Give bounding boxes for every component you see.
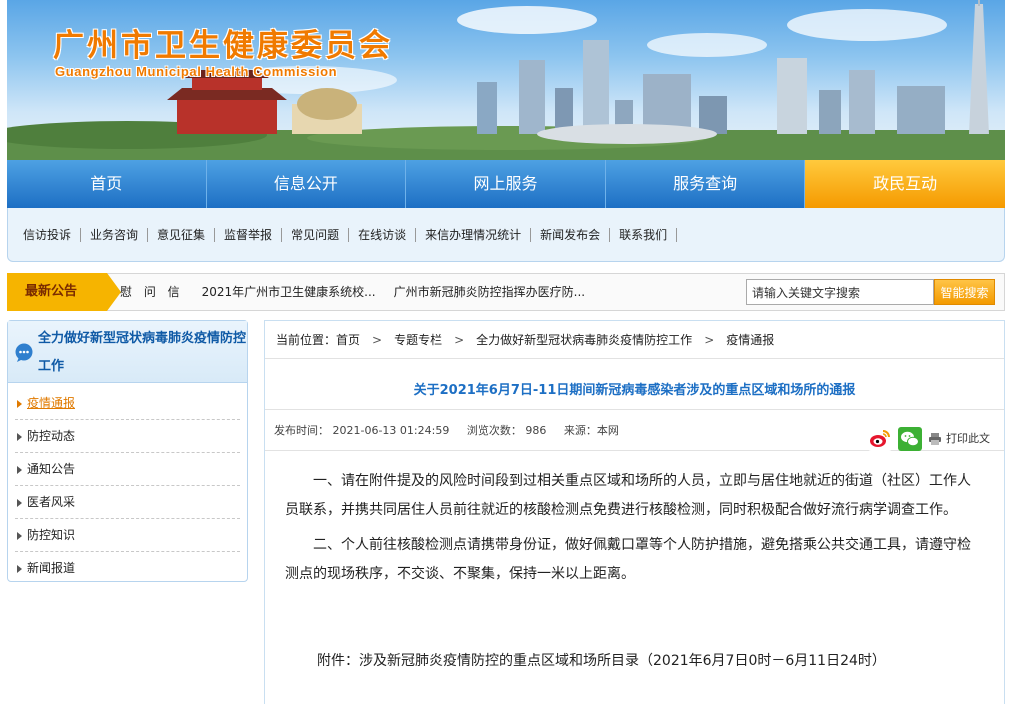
sidebar-links: 疫情通报 防控动态 通知公告 医者风采 防控知识 新闻报道 — [8, 383, 247, 585]
weibo-icon[interactable] — [868, 427, 892, 451]
main-nav-interaction[interactable]: 政民互动 — [805, 160, 1005, 208]
view-count: 浏览次数： 986 — [466, 424, 547, 437]
search-input[interactable] — [746, 279, 934, 305]
sub-nav-label: 新闻发布会 — [540, 228, 601, 242]
breadcrumb-item[interactable]: 全力做好新型冠状病毒肺炎疫情防控工作 — [476, 321, 692, 358]
printer-icon[interactable] — [928, 432, 942, 446]
main-nav: 首页 信息公开 网上服务 服务查询 政民互动 — [7, 160, 1005, 208]
sidebar-item-doctor-profiles[interactable]: 医者风采 — [15, 486, 240, 519]
article-source: 来源：本网 — [563, 424, 619, 437]
breadcrumb-separator: > — [454, 333, 465, 347]
breadcrumb-separator: > — [704, 333, 715, 347]
sub-nav-label: 常见问题 — [291, 228, 340, 242]
chat-bubble-icon — [15, 343, 33, 362]
print-link[interactable]: 打印此文 — [946, 418, 990, 460]
divider — [676, 227, 678, 242]
main-nav-home[interactable]: 首页 — [7, 160, 207, 208]
notice-item[interactable]: 慰 问 信 — [120, 274, 184, 310]
sub-nav-item[interactable]: 常见问题 — [282, 226, 350, 243]
sub-nav-item[interactable]: 意见征集 — [148, 226, 216, 243]
sidebar-item-epidemic-report[interactable]: 疫情通报 — [15, 387, 240, 420]
sidebar-header: 全力做好新型冠状病毒肺炎疫情防控工作 — [8, 321, 247, 383]
breadcrumb: 当前位置： 首页 > 专题专栏 > 全力做好新型冠状病毒肺炎疫情防控工作 > 疫… — [265, 321, 1004, 359]
notice-items: 慰 问 信 2021年广州市卫生健康系统校... 广州市新冠肺炎防控指挥办医疗防… — [120, 274, 603, 310]
sidebar-item-prevention-knowledge[interactable]: 防控知识 — [15, 519, 240, 552]
notice-bar: 最新公告 慰 问 信 2021年广州市卫生健康系统校... 广州市新冠肺炎防控指… — [7, 273, 1005, 311]
article-body: 一、请在附件提及的风险时间段到过相关重点区域和场所的人员，立即与居住地就近的街道… — [265, 451, 1004, 676]
sub-nav-label: 意见征集 — [157, 228, 206, 242]
sub-nav-item[interactable]: 监督举报 — [215, 226, 283, 243]
wechat-icon[interactable] — [898, 427, 922, 451]
sub-nav-item[interactable]: 联系我们 — [610, 226, 678, 243]
breadcrumb-item[interactable]: 首页 — [336, 321, 360, 358]
main-nav-online-service[interactable]: 网上服务 — [406, 160, 606, 208]
notice-label: 最新公告 — [7, 273, 121, 311]
search-button[interactable]: 智能搜索 — [934, 279, 995, 305]
sidebar-item-news-reports[interactable]: 新闻报道 — [15, 552, 240, 585]
sub-nav-label: 联系我们 — [619, 228, 668, 242]
sub-nav-item[interactable]: 来信办理情况统计 — [416, 226, 532, 243]
site-subtitle: Guangzhou Municipal Health Commission — [55, 64, 338, 79]
article-paragraph: 一、请在附件提及的风险时间段到过相关重点区域和场所的人员，立即与居住地就近的街道… — [285, 473, 971, 518]
site-title: 广州市卫生健康委员会 — [53, 28, 393, 64]
breadcrumb-prefix: 当前位置： — [276, 333, 337, 347]
sidebar-title: 全力做好新型冠状病毒肺炎疫情防控工作 — [38, 331, 247, 374]
notice-item[interactable]: 广州市新冠肺炎防控指挥办医疗防... — [394, 274, 585, 310]
breadcrumb-item[interactable]: 专题专栏 — [394, 321, 442, 358]
sub-nav: 信访投诉 业务咨询 意见征集 监督举报 常见问题 在线访谈 来信办理情况统计 新… — [7, 208, 1005, 262]
share-tools: 打印此文 — [868, 418, 1004, 460]
notice-item[interactable]: 2021年广州市卫生健康系统校... — [202, 274, 376, 310]
sub-nav-item[interactable]: 新闻发布会 — [531, 226, 611, 243]
main-nav-service-query[interactable]: 服务查询 — [606, 160, 806, 208]
sub-nav-label: 业务咨询 — [90, 228, 139, 242]
article-paragraph: 二、个人前往核酸检测点请携带身份证，做好佩戴口罩等个人防护措施，避免搭乘公共交通… — [285, 537, 971, 582]
article-panel: 当前位置： 首页 > 专题专栏 > 全力做好新型冠状病毒肺炎疫情防控工作 > 疫… — [264, 320, 1005, 704]
breadcrumb-item[interactable]: 疫情通报 — [726, 321, 774, 358]
sub-nav-label: 信访投诉 — [23, 228, 72, 242]
sidebar-item-prevention-news[interactable]: 防控动态 — [15, 420, 240, 453]
publish-time: 发布时间： 2021-06-13 01:24:59 — [274, 424, 450, 437]
sub-nav-item[interactable]: 信访投诉 — [14, 226, 82, 243]
site-banner: 广州市卫生健康委员会 Guangzhou Municipal Health Co… — [7, 0, 1005, 160]
sub-nav-item[interactable]: 在线访谈 — [349, 226, 417, 243]
article-title: 关于2021年6月7日-11日期间新冠病毒感染者涉及的重点区域和场所的通报 — [413, 383, 856, 398]
sub-nav-label: 在线访谈 — [358, 228, 407, 242]
sidebar-item-notices[interactable]: 通知公告 — [15, 453, 240, 486]
main-nav-info-disclosure[interactable]: 信息公开 — [207, 160, 407, 208]
attachment-line[interactable]: 附件：涉及新冠肺炎疫情防控的重点区域和场所目录（2021年6月7日0时－6月11… — [285, 647, 984, 676]
sub-nav-label: 来信办理情况统计 — [425, 228, 522, 242]
sub-nav-label: 监督举报 — [224, 228, 273, 242]
sub-nav-item[interactable]: 业务咨询 — [81, 226, 149, 243]
article-meta: 发布时间： 2021-06-13 01:24:59 浏览次数： 986 来源：本… — [265, 409, 1004, 451]
breadcrumb-separator: > — [372, 333, 383, 347]
sidebar: 全力做好新型冠状病毒肺炎疫情防控工作 疫情通报 防控动态 通知公告 医者风采 防… — [7, 320, 248, 582]
